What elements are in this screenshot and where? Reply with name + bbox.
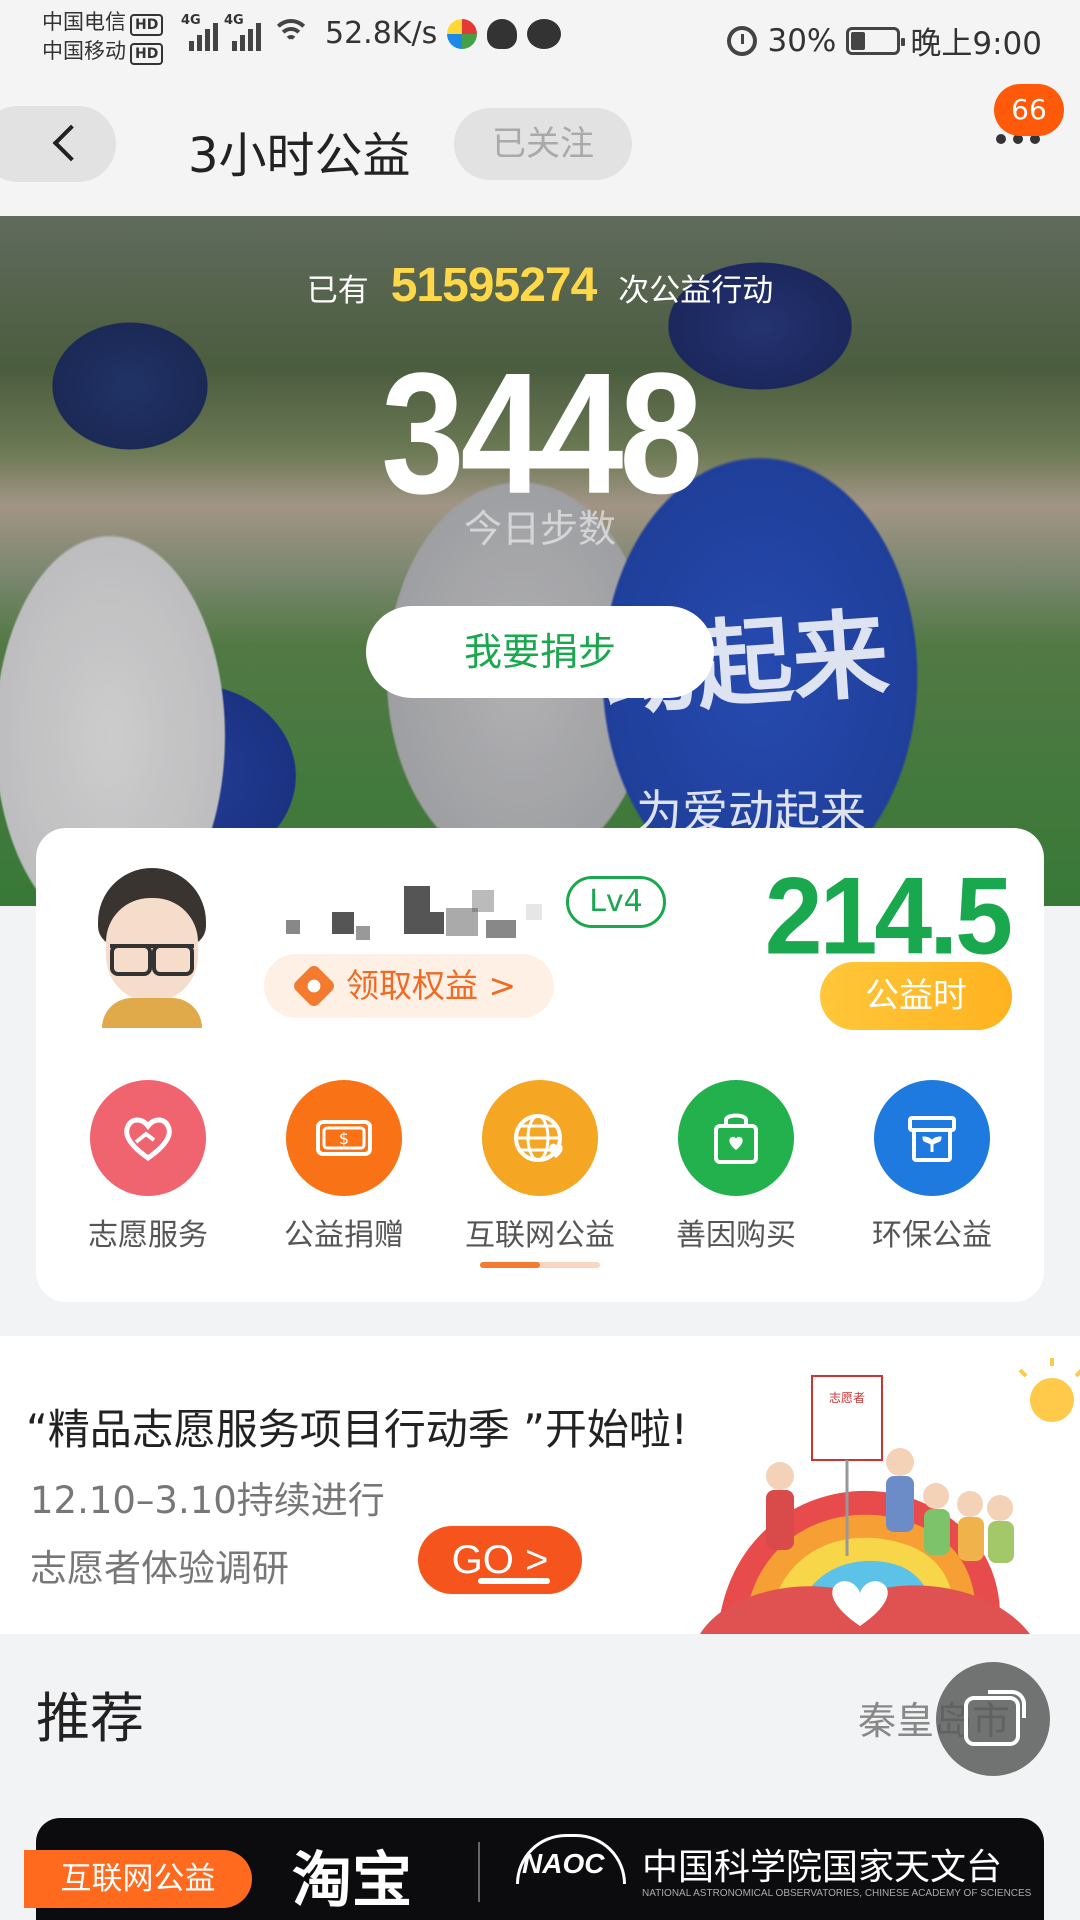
section-title: 推荐 xyxy=(36,1687,144,1750)
recommend-section-header: 推荐 秦皇岛市 xyxy=(0,1634,1080,1780)
globe-heart-icon xyxy=(482,1080,598,1196)
claim-rights-button[interactable]: 领取权益 > xyxy=(264,954,554,1018)
svg-text:$: $ xyxy=(339,1129,349,1148)
claim-rights-label: 领取权益 > xyxy=(346,966,517,1005)
signal-icon: 4G xyxy=(181,13,218,51)
action-count-line: 已有 51595274 次公益行动 xyxy=(0,258,1080,313)
hd-icon: HD xyxy=(130,43,164,65)
shopping-bag-icon xyxy=(678,1080,794,1196)
heart-hand-icon xyxy=(90,1080,206,1196)
battery-percent: 30% xyxy=(767,22,837,59)
naoc-abbr: NAOC xyxy=(522,1848,605,1879)
carrier-1: 中国电信 xyxy=(42,10,126,34)
go-button[interactable]: GO > xyxy=(418,1526,582,1594)
action-count: 51595274 xyxy=(390,259,598,312)
carrier-info: 中国电信 HD 中国移动 HD xyxy=(42,8,164,66)
network-speed: 52.8K/s xyxy=(325,16,438,51)
category-label: 环保公益 xyxy=(872,1218,992,1253)
notification-badge: 66 xyxy=(994,84,1064,136)
level-badge: Lv4 xyxy=(566,876,666,928)
category-volunteer[interactable]: 志愿服务 xyxy=(68,1080,228,1254)
promo-banner[interactable]: “精品志愿服务项目行动季 ”开始啦! 12.10–3.10持续进行 志愿者体验调… xyxy=(0,1336,1080,1634)
avatar[interactable] xyxy=(92,868,212,1028)
category-label: 互联网公益 xyxy=(465,1218,615,1253)
status-right: 30% 晚上9:00 xyxy=(727,18,1042,63)
volunteer-illustration: 志愿者 xyxy=(700,1358,1080,1634)
partner-name-en: NATIONAL ASTRONOMICAL OBSERVATORIES, CHI… xyxy=(642,1888,1032,1899)
donate-steps-button[interactable]: 我要捐步 xyxy=(366,606,714,698)
hd-icon: HD xyxy=(130,14,164,36)
wechat-icon xyxy=(527,18,562,49)
app-notification-icon xyxy=(447,18,478,49)
carrier-2: 中国移动 xyxy=(42,39,126,63)
qq-icon xyxy=(487,18,518,49)
follow-button[interactable]: 已关注 xyxy=(454,108,632,180)
hero-banner: 动起来 为爱动起来 已有 51595274 次公益行动 3448 今日步数 我要捐步 xyxy=(0,216,1080,906)
signal-icon: 4G xyxy=(224,13,261,51)
network-indicators: 4G 4G 52.8K/s xyxy=(181,13,562,51)
wifi-icon xyxy=(271,17,311,51)
category-cause-shopping[interactable]: 善因购买 xyxy=(656,1080,816,1254)
banner-subtitle: 志愿者体验调研 xyxy=(30,1547,289,1590)
category-label: 志愿服务 xyxy=(88,1218,208,1253)
share-button[interactable] xyxy=(936,1662,1050,1776)
action-suffix: 次公益行动 xyxy=(618,273,774,309)
banner-date: 12.10–3.10持续进行 xyxy=(30,1479,385,1522)
charity-hours-button[interactable]: 公益时 xyxy=(820,962,1012,1030)
category-eco[interactable]: 环保公益 xyxy=(852,1080,1012,1254)
svg-text:志愿者: 志愿者 xyxy=(829,1391,865,1405)
page-title: 3小时公益 xyxy=(188,128,411,184)
today-steps-label: 今日步数 xyxy=(463,507,616,551)
category-label: 公益捐赠 xyxy=(284,1218,404,1253)
app-header: 3小时公益 已关注 66 xyxy=(0,78,1080,216)
back-arrow-icon xyxy=(52,124,90,162)
category-donation[interactable]: $ 公益捐赠 xyxy=(264,1080,424,1254)
back-button[interactable] xyxy=(0,106,116,182)
category-label: 善因购买 xyxy=(676,1218,796,1253)
money-icon: $ xyxy=(286,1080,402,1196)
banner-title: “精品志愿服务项目行动季 ”开始啦! xyxy=(26,1405,688,1454)
status-bar: 中国电信 HD 中国移动 HD 4G 4G 52.8K/s 30% 晚上9:00 xyxy=(0,0,1080,78)
clock: 晚上9:00 xyxy=(910,26,1042,62)
action-prefix: 已有 xyxy=(306,273,369,309)
username-pixelated xyxy=(286,880,576,940)
taobao-logo: 淘宝 xyxy=(292,1846,412,1916)
category-scroll-indicator xyxy=(480,1262,600,1268)
medal-icon xyxy=(291,963,337,1009)
alarm-icon xyxy=(727,25,758,56)
eco-box-icon xyxy=(874,1080,990,1196)
profile-card: Lv4 领取权益 > 214.5 公益时 志愿服务 $ 公益捐赠 互联网公益 善… xyxy=(36,828,1044,1302)
category-internet[interactable]: 互联网公益 xyxy=(460,1080,620,1254)
project-category-tag: 互联网公益 xyxy=(24,1850,252,1908)
partner-name: 中国科学院国家天文台 xyxy=(642,1847,1003,1888)
category-nav: 志愿服务 $ 公益捐赠 互联网公益 善因购买 环保公益 xyxy=(36,1080,1044,1254)
battery-icon xyxy=(846,26,906,55)
